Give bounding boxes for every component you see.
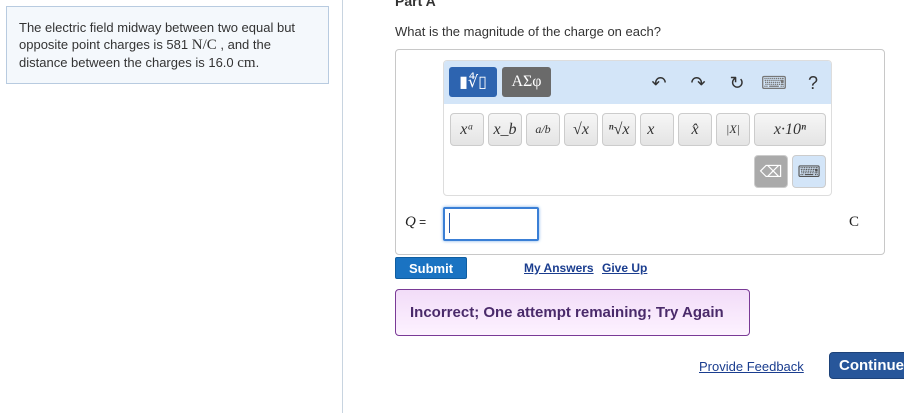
problem-text-end: .	[255, 55, 260, 70]
key-fraction[interactable]: a/b	[526, 113, 560, 146]
answer-label: Q =	[405, 214, 426, 231]
key-subscript[interactable]: x_b	[488, 113, 522, 146]
continue-button[interactable]: Continue	[829, 352, 904, 379]
variable-q: Q	[405, 214, 416, 230]
key-vector[interactable]: x⃗	[640, 113, 674, 146]
equals-sign: =	[415, 215, 427, 229]
part-title: Part A	[395, 0, 436, 9]
problem-statement: The electric field midway between two eq…	[6, 6, 329, 84]
my-answers-link[interactable]: My Answers	[524, 261, 594, 275]
help-icon[interactable]: ?	[801, 71, 825, 95]
key-sqrt[interactable]: √x	[564, 113, 598, 146]
redo-icon[interactable]: ↷	[686, 71, 710, 95]
answer-unit: C	[849, 214, 860, 230]
provide-feedback-link[interactable]: Provide Feedback	[699, 359, 804, 374]
submit-button[interactable]: Submit	[395, 257, 467, 279]
keyboard-toggle-button[interactable]: ⌨	[792, 155, 826, 188]
key-superscript[interactable]: xᵃ	[450, 113, 484, 146]
key-sci-notation[interactable]: x·10ⁿ	[754, 113, 826, 146]
text-cursor	[449, 213, 450, 233]
symbols-tab[interactable]: ΑΣφ	[502, 67, 551, 97]
key-nth-root[interactable]: ⁿ√x	[602, 113, 636, 146]
feedback-message: Incorrect; One attempt remaining; Try Ag…	[395, 289, 750, 336]
math-toolbar: ▮∜▯ ΑΣφ ↶ ↷ ↻ ⌨ ? xᵃ x_b a/b √x ⁿ√x x⃗ x…	[443, 60, 832, 196]
keyboard-icon[interactable]: ⌨	[761, 71, 787, 95]
key-abs[interactable]: |X|	[716, 113, 750, 146]
toolbar-header: ▮∜▯ ΑΣφ ↶ ↷ ↻ ⌨ ?	[444, 61, 831, 104]
backspace-button[interactable]: ⌫	[754, 155, 788, 188]
undo-icon[interactable]: ↶	[647, 71, 671, 95]
templates-tab[interactable]: ▮∜▯	[449, 67, 497, 97]
give-up-link[interactable]: Give Up	[602, 261, 647, 275]
answer-input[interactable]	[443, 207, 539, 241]
question-text: What is the magnitude of the charge on e…	[395, 24, 661, 39]
field-unit: N/C	[191, 37, 217, 53]
distance-unit: cm	[237, 55, 256, 71]
key-unit-vector[interactable]: x̂	[678, 113, 712, 146]
reset-icon[interactable]: ↻	[725, 71, 749, 95]
